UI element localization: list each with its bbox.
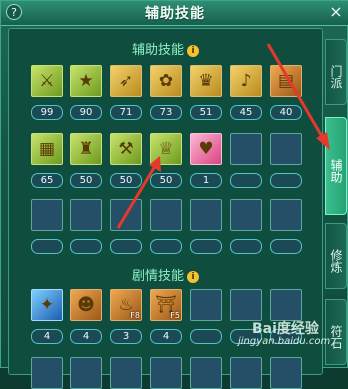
- assist-skills-window: ? 辅助技能 × 辅助技能 i ⚔ 99 ★ 90 ➶ 71 ✿ 73 ♛ 51 ♪ 45 ▤ 40 ▦ 65 ♜…: [0, 0, 348, 389]
- skill-slot[interactable]: ♜: [70, 133, 102, 165]
- watermark-site: jingyan.baidu.com: [238, 336, 331, 347]
- empty-skill-slot[interactable]: [230, 133, 262, 165]
- empty-level-badge: [70, 239, 102, 254]
- skill-level-badge: 4: [150, 329, 182, 344]
- heart-skill-icon: ♥: [198, 139, 214, 159]
- skill-slot[interactable]: ☻: [70, 289, 102, 321]
- hammer-skill-icon: ⚒: [118, 139, 134, 159]
- empty-skill-slot[interactable]: [230, 289, 262, 321]
- empty-skill-slot[interactable]: [270, 199, 302, 231]
- skill-level-badge: 51: [190, 105, 222, 120]
- skill-slot[interactable]: ✿: [150, 65, 182, 97]
- tab-cultivation[interactable]: 修炼: [325, 223, 347, 289]
- info-icon[interactable]: i: [187, 271, 199, 283]
- skill-slot[interactable]: ⚒: [110, 133, 142, 165]
- crown-skill-icon: ♕: [158, 139, 174, 159]
- box-skill-icon: ▦: [38, 139, 56, 159]
- star-skill-icon: ★: [78, 71, 94, 91]
- window-title: 辅助技能: [145, 6, 205, 22]
- skill-level-badge: 65: [31, 173, 63, 188]
- hotkey-label: F8: [130, 311, 140, 320]
- empty-skill-slot[interactable]: [110, 357, 142, 389]
- empty-level-badge: [150, 239, 182, 254]
- title-bar[interactable]: ? 辅助技能 ×: [1, 1, 348, 26]
- empty-skill-slot[interactable]: [70, 199, 102, 231]
- skill-slot[interactable]: ♪: [230, 65, 262, 97]
- skill-slot[interactable]: ➶: [110, 65, 142, 97]
- bell-skill-icon: ♛: [198, 71, 214, 91]
- mask-skill-icon: ☻: [77, 295, 95, 315]
- empty-level-badge: [31, 239, 63, 254]
- empty-skill-slot[interactable]: [31, 357, 63, 389]
- skill-level-badge: 3: [110, 329, 142, 344]
- flower-skill-icon: ✿: [158, 71, 174, 91]
- empty-skill-slot[interactable]: [150, 199, 182, 231]
- skill-slot[interactable]: ★: [70, 65, 102, 97]
- skill-level-badge: 50: [70, 173, 102, 188]
- empty-skill-slot[interactable]: [150, 357, 182, 389]
- skill-level-badge: 71: [110, 105, 142, 120]
- skill-slot[interactable]: ✦: [31, 289, 63, 321]
- empty-level-badge: [270, 173, 302, 188]
- skill-level-badge: 50: [150, 173, 182, 188]
- skill-level-badge: 4: [31, 329, 63, 344]
- bow-skill-icon: ➶: [118, 71, 134, 91]
- empty-skill-slot[interactable]: [270, 289, 302, 321]
- empty-skill-slot[interactable]: [70, 357, 102, 389]
- empty-skill-slot[interactable]: [190, 289, 222, 321]
- skill-slot[interactable]: ♕: [150, 133, 182, 165]
- empty-skill-slot[interactable]: [230, 357, 262, 389]
- empty-skill-slot[interactable]: [31, 199, 63, 231]
- skill-level-badge: 99: [31, 105, 63, 120]
- skill-level-badge: 50: [110, 173, 142, 188]
- gourd-skill-icon: ♪: [240, 71, 252, 91]
- empty-level-badge: [190, 239, 222, 254]
- info-icon[interactable]: i: [187, 45, 199, 57]
- skill-level-badge: 40: [270, 105, 302, 120]
- assist-section-title: 辅助技能: [131, 43, 184, 58]
- skill-level-badge: 4: [70, 329, 102, 344]
- empty-skill-slot[interactable]: [110, 199, 142, 231]
- empty-level-badge: [110, 239, 142, 254]
- skill-slot[interactable]: ⚔: [31, 65, 63, 97]
- skill-level-badge: 90: [70, 105, 102, 120]
- skill-slot[interactable]: ▤: [270, 65, 302, 97]
- empty-level-badge: [190, 329, 222, 344]
- skill-slot[interactable]: ♛: [190, 65, 222, 97]
- empty-skill-slot[interactable]: [230, 199, 262, 231]
- armor-skill-icon: ♜: [78, 139, 94, 159]
- skill-level-badge: 45: [230, 105, 262, 120]
- watermark-logo: Bai度经验: [252, 321, 319, 337]
- tab-rune[interactable]: 符石: [325, 299, 347, 365]
- skill-slot[interactable]: ▦: [31, 133, 63, 165]
- close-button[interactable]: ×: [327, 3, 345, 21]
- sword-spirit-icon: ✦: [39, 295, 55, 315]
- empty-level-badge: [270, 239, 302, 254]
- strength-skill-icon: ⚔: [39, 71, 55, 91]
- chest-skill-icon: ▤: [277, 71, 295, 91]
- empty-skill-slot[interactable]: [270, 357, 302, 389]
- story-section-title: 剧情技能: [131, 269, 184, 284]
- empty-skill-slot[interactable]: [270, 133, 302, 165]
- empty-skill-slot[interactable]: [190, 357, 222, 389]
- skill-level-badge: 73: [150, 105, 182, 120]
- skill-level-badge: 1: [190, 173, 222, 188]
- empty-level-badge: [230, 239, 262, 254]
- assist-section-header: 辅助技能 i: [9, 39, 322, 58]
- skill-slot[interactable]: ⛩ F5: [150, 289, 182, 321]
- tab-assist[interactable]: 辅助: [325, 117, 347, 215]
- tab-sect[interactable]: 门派: [325, 39, 347, 105]
- skill-slot[interactable]: ♥: [190, 133, 222, 165]
- skill-slot[interactable]: ♨ F8: [110, 289, 142, 321]
- empty-skill-slot[interactable]: [190, 199, 222, 231]
- empty-level-badge: [230, 173, 262, 188]
- hotkey-label: F5: [170, 311, 180, 320]
- story-section-header: 剧情技能 i: [9, 265, 322, 284]
